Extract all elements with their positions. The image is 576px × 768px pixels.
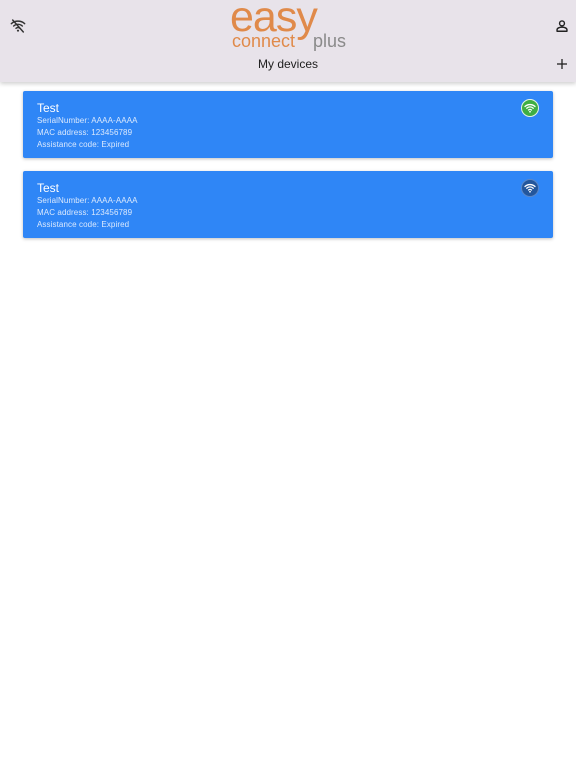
device-assistance-code: Assistance code: Expired bbox=[37, 140, 130, 149]
device-serial-number: SerialNumber: AAAA-AAAA bbox=[37, 116, 138, 125]
device-card[interactable]: Test SerialNumber: AAAA-AAAA MAC address… bbox=[23, 171, 553, 238]
device-serial-number: SerialNumber: AAAA-AAAA bbox=[37, 196, 138, 205]
device-mac-address: MAC address: 123456789 bbox=[37, 128, 133, 137]
wifi-connected-icon bbox=[521, 99, 539, 117]
account-icon[interactable] bbox=[550, 14, 574, 38]
add-icon[interactable] bbox=[550, 52, 574, 76]
device-mac-address: MAC address: 123456789 bbox=[37, 208, 133, 217]
device-name: Test bbox=[37, 101, 60, 115]
wifi-off-icon[interactable] bbox=[6, 14, 30, 38]
logo-plus-text: plus bbox=[313, 31, 347, 51]
easyconnect-logo: easy connect plus bbox=[226, 0, 350, 54]
logo-connect-text: connect bbox=[232, 31, 296, 51]
device-card[interactable]: Test SerialNumber: AAAA-AAAA MAC address… bbox=[23, 91, 553, 158]
device-list: Test SerialNumber: AAAA-AAAA MAC address… bbox=[23, 91, 553, 251]
app-root: easy connect plus My devices Test Serial… bbox=[0, 0, 576, 768]
wifi-disconnected-icon bbox=[521, 179, 539, 197]
page-title: My devices bbox=[257, 57, 319, 71]
device-assistance-code: Assistance code: Expired bbox=[37, 220, 130, 229]
app-header: easy connect plus My devices bbox=[0, 0, 576, 82]
device-name: Test bbox=[37, 181, 60, 195]
